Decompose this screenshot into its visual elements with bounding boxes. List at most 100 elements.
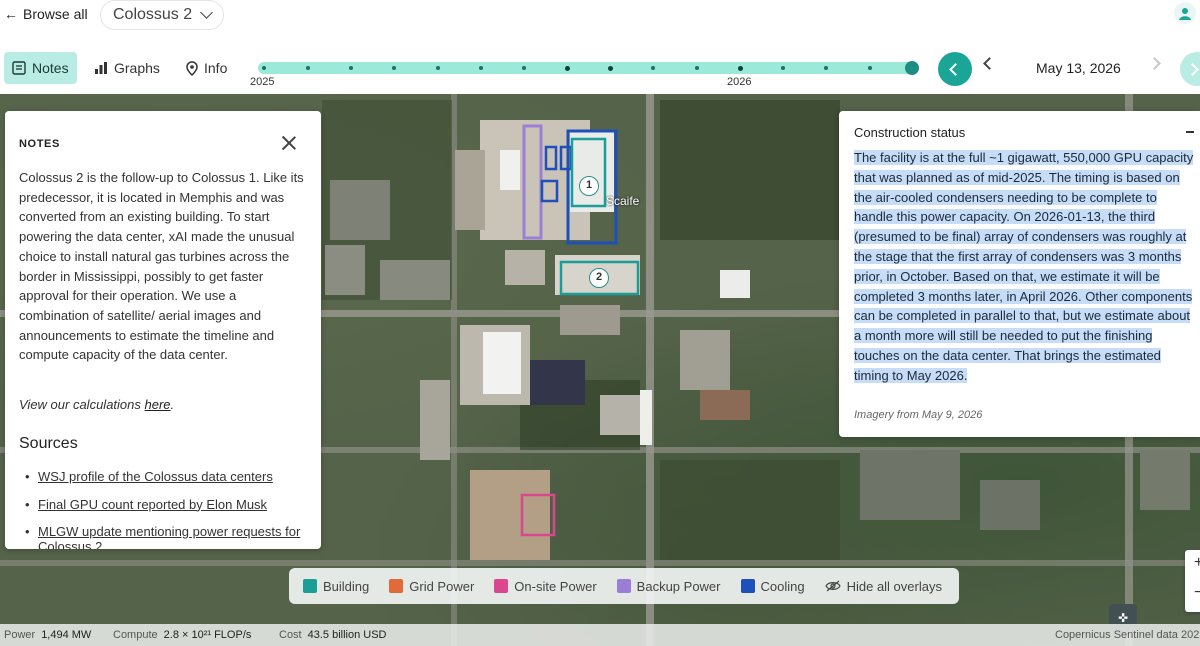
tab-info[interactable]: Info (178, 52, 235, 84)
zoom-controls: + − (1185, 550, 1200, 612)
browse-all-label: Browse all (23, 6, 88, 22)
tab-notes-label: Notes (32, 60, 69, 76)
calculations-prefix: View our calculations (19, 397, 145, 412)
sources-list: WSJ profile of the Colossus data centers… (25, 469, 317, 549)
cooling-swatch (740, 579, 755, 593)
legend-label: On-site Power (514, 578, 597, 594)
tab-graphs[interactable]: Graphs (86, 52, 168, 84)
timeline-tick (781, 66, 785, 70)
calculations-suffix: . (170, 397, 175, 412)
status-text: The facility is at the full ~1 gigawatt,… (854, 148, 1197, 386)
notes-icon (12, 61, 26, 75)
chevron-left-icon (983, 57, 996, 70)
notes-heading: NOTES (19, 138, 60, 150)
timeline-tick (868, 66, 872, 70)
source-item: WSJ profile of the Colossus data centers (25, 469, 317, 497)
legend-label: Backup Power (636, 578, 721, 594)
legend-on-site-power[interactable]: On-site Power (494, 578, 597, 594)
stats-footer: Power 1,494 MW Compute 2.8 × 10²¹ FLOP/s C… (0, 624, 1200, 646)
timeline-back-button[interactable] (938, 52, 972, 86)
eye-off-icon (824, 580, 841, 592)
bar-chart-icon (95, 62, 107, 74)
top-bar: ← Browse all Colossus 2 (0, 0, 1200, 40)
timeline-tick (349, 66, 353, 70)
source-link[interactable]: WSJ profile of the Colossus data centers (38, 469, 273, 484)
next-date-button[interactable] (1148, 57, 1161, 70)
arrow-left-icon: ← (4, 6, 18, 22)
notes-panel: NOTES Colossus 2 is the follow-up to Col… (5, 111, 321, 549)
locate-icon: ✜ (1117, 611, 1129, 625)
timeline-label-start: 2025 (250, 76, 275, 88)
imagery-credit: Copernicus Sentinel data 202 (1055, 629, 1200, 641)
chevron-right-icon (1148, 57, 1161, 70)
backup-power-swatch (616, 579, 631, 593)
tab-graphs-label: Graphs (114, 60, 160, 76)
imagery-date: Imagery from May 9, 2026 (854, 409, 983, 421)
site-marker-2[interactable]: 2 (589, 268, 609, 288)
account-icon[interactable] (1174, 2, 1196, 24)
construction-status-panel: Construction status The facility is at t… (839, 111, 1200, 437)
street-label: Scaife (606, 194, 640, 208)
legend-label: Cooling (760, 578, 805, 594)
tab-notes[interactable]: Notes (4, 52, 77, 84)
legend-label: Building (323, 578, 370, 594)
legend-label: Grid Power (409, 578, 475, 594)
sources-heading: Sources (19, 435, 78, 452)
site-marker-1[interactable]: 1 (579, 176, 599, 196)
site-selector[interactable]: Colossus 2 (100, 0, 225, 30)
cost-value: 43.5 billion USD (307, 629, 387, 641)
grid-power-swatch (389, 579, 404, 593)
source-link[interactable]: Final GPU count reported by Elon Musk (38, 497, 267, 512)
timeline-tick (436, 66, 440, 70)
location-pin-icon (186, 60, 198, 76)
power-label: Power (4, 629, 36, 641)
compute-stat: Compute 2.8 × 10²¹ FLOP/s (113, 629, 251, 641)
current-date: May 13, 2026 (1036, 60, 1121, 76)
calculations-link[interactable]: here (145, 397, 171, 412)
source-item: MLGW update mentioning power requests fo… (25, 524, 317, 549)
timeline-tick (738, 65, 743, 71)
power-stat: Power 1,494 MW (4, 629, 91, 641)
timeline-tick (565, 65, 570, 71)
tab-info-label: Info (204, 60, 228, 76)
legend-building[interactable]: Building (303, 579, 369, 594)
collapse-icon[interactable] (1186, 131, 1194, 133)
zoom-in-icon[interactable]: + (1194, 554, 1200, 572)
timeline-label-mid: 2026 (727, 76, 752, 88)
compute-label: Compute (113, 629, 158, 641)
previous-date-button[interactable] (983, 57, 996, 70)
chevron-left-icon (948, 62, 962, 76)
power-value: 1,494 MW (41, 629, 92, 641)
source-link[interactable]: MLGW update mentioning power requests fo… (38, 524, 300, 549)
timeline-tick (651, 66, 655, 70)
timeline-tick (392, 66, 396, 70)
timeline-tick (695, 66, 699, 70)
tab-bar: Notes Graphs Info 2025 2026 (0, 48, 1200, 94)
building-swatch (303, 579, 317, 593)
legend-cooling[interactable]: Cooling (740, 578, 805, 594)
timeline-tick (824, 66, 828, 70)
timeline-tick (608, 65, 613, 71)
notes-body: Colossus 2 is the follow-up to Colossus … (19, 170, 304, 363)
hide-overlays-button[interactable]: Hide all overlays (824, 578, 942, 594)
timeline-handle[interactable] (905, 61, 919, 75)
browse-all-link[interactable]: ← Browse all (4, 6, 88, 22)
timeline-slider[interactable] (258, 61, 919, 75)
cost-label: Cost (279, 629, 302, 641)
close-notes-button[interactable] (281, 135, 297, 151)
timeline-tick (306, 66, 310, 70)
on-site-power-swatch (494, 579, 509, 593)
legend-backup-power[interactable]: Backup Power (616, 578, 721, 594)
timeline-tick (262, 66, 266, 70)
compute-value: 2.8 × 10²¹ FLOP/s (163, 629, 252, 641)
status-title: Construction status (854, 125, 966, 140)
chevron-down-icon (200, 6, 214, 19)
cost-stat: Cost 43.5 billion USD (279, 629, 387, 641)
timeline-tick (479, 66, 483, 70)
legend-grid-power[interactable]: Grid Power (389, 579, 474, 594)
source-item: Final GPU count reported by Elon Musk (25, 497, 317, 525)
chevron-right-icon (1186, 62, 1199, 76)
site-selector-value: Colossus 2 (113, 6, 193, 23)
hide-overlays-label: Hide all overlays (846, 578, 942, 594)
zoom-out-icon[interactable]: − (1194, 584, 1200, 602)
